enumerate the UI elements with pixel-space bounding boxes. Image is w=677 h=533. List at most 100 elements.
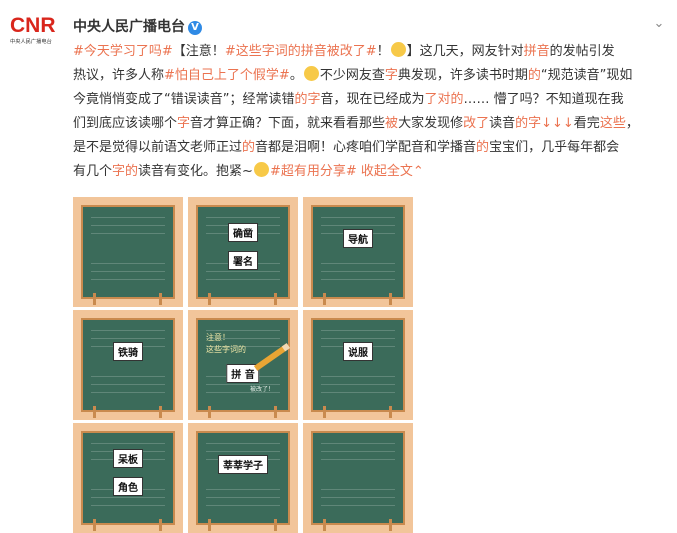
easel-leg xyxy=(274,293,277,305)
post-segment: 今竟悄悄变成了“错误读音”；经常读错 xyxy=(73,92,295,107)
hashtag-link[interactable]: #今天学习了吗# xyxy=(73,44,173,59)
text-line xyxy=(91,338,165,339)
post-segment: 读音 xyxy=(489,116,516,131)
post-segment: 这些 xyxy=(599,116,626,131)
hashtag-link[interactable]: #怕自己上了个假学# xyxy=(164,68,290,83)
word-card: 署名 xyxy=(228,251,258,270)
text-line xyxy=(91,497,165,498)
hashtag-link[interactable]: #这些字词的拼音被改了# xyxy=(225,44,377,59)
collapse-link[interactable]: ⌃ xyxy=(413,164,424,179)
post-segment: 有几个 xyxy=(73,164,113,179)
emoji-icon xyxy=(303,66,319,81)
word-card: 导航 xyxy=(343,229,373,248)
emoji-icon xyxy=(390,42,406,57)
post-segment: …… 懵了吗？不知道现在我 xyxy=(463,92,624,107)
text-line xyxy=(321,459,395,460)
text-line xyxy=(91,376,165,377)
text-line xyxy=(91,233,165,234)
text-line xyxy=(321,263,395,264)
easel-leg xyxy=(323,293,326,305)
post-image[interactable]: 莘莘学子 xyxy=(188,423,298,533)
easel-leg xyxy=(389,406,392,418)
post-segment: 字 xyxy=(384,68,398,83)
post-segment: 的 xyxy=(476,140,490,155)
post-text: #今天学习了吗#【注意！#这些字词的拼音被改了#！ 】这几天，网友针对拼音的发帖引… xyxy=(73,40,663,184)
post-line: 热议，许多人称#怕自己上了个假学#。 不少网友查字典发现，许多读书时期的“规范读音… xyxy=(73,64,663,88)
easel-leg xyxy=(389,519,392,531)
post-image[interactable]: 说服 xyxy=(303,310,413,420)
post-image[interactable]: 确凿 署名 xyxy=(188,197,298,307)
easel-leg xyxy=(208,293,211,305)
post-segment: 被 xyxy=(385,116,399,131)
post-segment: 音都是泪啊！心疼咱们学配音和学播音 xyxy=(255,140,477,155)
post-segment: 典发现，许多读书时期 xyxy=(397,68,528,83)
author-name[interactable]: 中央人民广播电台 V xyxy=(73,16,202,36)
avatar[interactable]: CNR 中央人民广播电台 xyxy=(10,14,64,58)
pencil-icon xyxy=(253,343,291,371)
text-line xyxy=(91,505,165,506)
chalkboard: 莘莘学子 xyxy=(196,431,290,525)
post-segment: 字的 xyxy=(112,164,139,179)
text-line xyxy=(206,330,280,331)
collapse-link[interactable]: 收起全文 xyxy=(357,164,413,179)
text-line xyxy=(91,217,165,218)
logo-subtitle: 中央人民广播电台 xyxy=(10,39,52,45)
word-card: 确凿 xyxy=(228,223,258,242)
easel-leg xyxy=(159,406,162,418)
post-line: 有几个字的读音有变化。抱紧~ #超有用分享# 收起全文⌃ xyxy=(73,160,663,184)
post-image[interactable]: 导航 xyxy=(303,197,413,307)
text-line xyxy=(206,505,280,506)
post-segment: ！ xyxy=(376,44,390,59)
text-line xyxy=(321,217,395,218)
board-subtitle: 被改了！ xyxy=(250,386,275,393)
easel-leg xyxy=(274,519,277,531)
easel-leg xyxy=(159,293,162,305)
easel-leg xyxy=(389,293,392,305)
logo-text: CNR xyxy=(10,14,56,37)
text-line xyxy=(91,263,165,264)
post-image[interactable]: 铁骑 xyxy=(73,310,183,420)
post-segment: 是不是觉得以前语文老师正过 xyxy=(73,140,243,155)
post-segment: 的发帖引发 xyxy=(549,44,615,59)
chalkboard: 注意！ 这些字词的拼 音被改了！ xyxy=(196,318,291,412)
post-segment: 音，现在已经成为 xyxy=(320,92,425,107)
word-card: 呆板 xyxy=(113,449,143,468)
post-image[interactable] xyxy=(73,197,183,307)
post-segment: 们到底应该读哪个 xyxy=(73,116,178,131)
post-line: 们到底应该读哪个字音才算正确？下面，就来看看那些被大家发现修改了读音的字↓↓↓看… xyxy=(73,112,663,136)
post-segment: 了对的 xyxy=(424,92,464,107)
post-image[interactable] xyxy=(303,423,413,533)
post-line: #今天学习了吗#【注意！#这些字词的拼音被改了#！ 】这几天，网友针对拼音的发帖引… xyxy=(73,40,663,64)
easel-leg xyxy=(274,406,277,418)
post-line: 是不是觉得以前语文老师正过的音都是泪啊！心疼咱们学配音和学播音的宝宝们，几乎每年… xyxy=(73,136,663,160)
easel-leg xyxy=(93,406,96,418)
post-image[interactable]: 注意！ 这些字词的拼 音被改了！ xyxy=(188,310,298,420)
text-line xyxy=(321,330,395,331)
text-line xyxy=(321,225,395,226)
post-segment: 热议，许多人称 xyxy=(73,68,165,83)
post-segment: 看完 xyxy=(573,116,600,131)
text-line xyxy=(206,279,280,280)
text-line xyxy=(91,330,165,331)
post-segment: 读音有变化。抱紧~ xyxy=(138,164,253,179)
post-segment: 大家发现修 xyxy=(398,116,464,131)
easel-leg xyxy=(159,519,162,531)
post-segment: 的 xyxy=(242,140,256,155)
chalkboard: 确凿 署名 xyxy=(196,205,290,299)
chalkboard: 导航 xyxy=(311,205,405,299)
chalkboard xyxy=(311,431,405,525)
easel-leg xyxy=(208,406,211,418)
text-line xyxy=(321,443,395,444)
text-line xyxy=(206,443,280,444)
easel-leg xyxy=(323,519,326,531)
word-card: 莘莘学子 xyxy=(218,455,268,474)
emoji-icon xyxy=(253,162,269,177)
hashtag-link[interactable]: #超有用分享# xyxy=(270,164,357,179)
chevron-down-icon[interactable]: ⌄ xyxy=(652,17,666,31)
board-title: 注意！ xyxy=(206,333,230,342)
post-segment: ， xyxy=(625,116,639,131)
post-image[interactable]: 呆板 角色 xyxy=(73,423,183,533)
text-line xyxy=(206,217,280,218)
text-line xyxy=(91,384,165,385)
post-segment: 音才算正确？下面，就来看看那些 xyxy=(190,116,386,131)
